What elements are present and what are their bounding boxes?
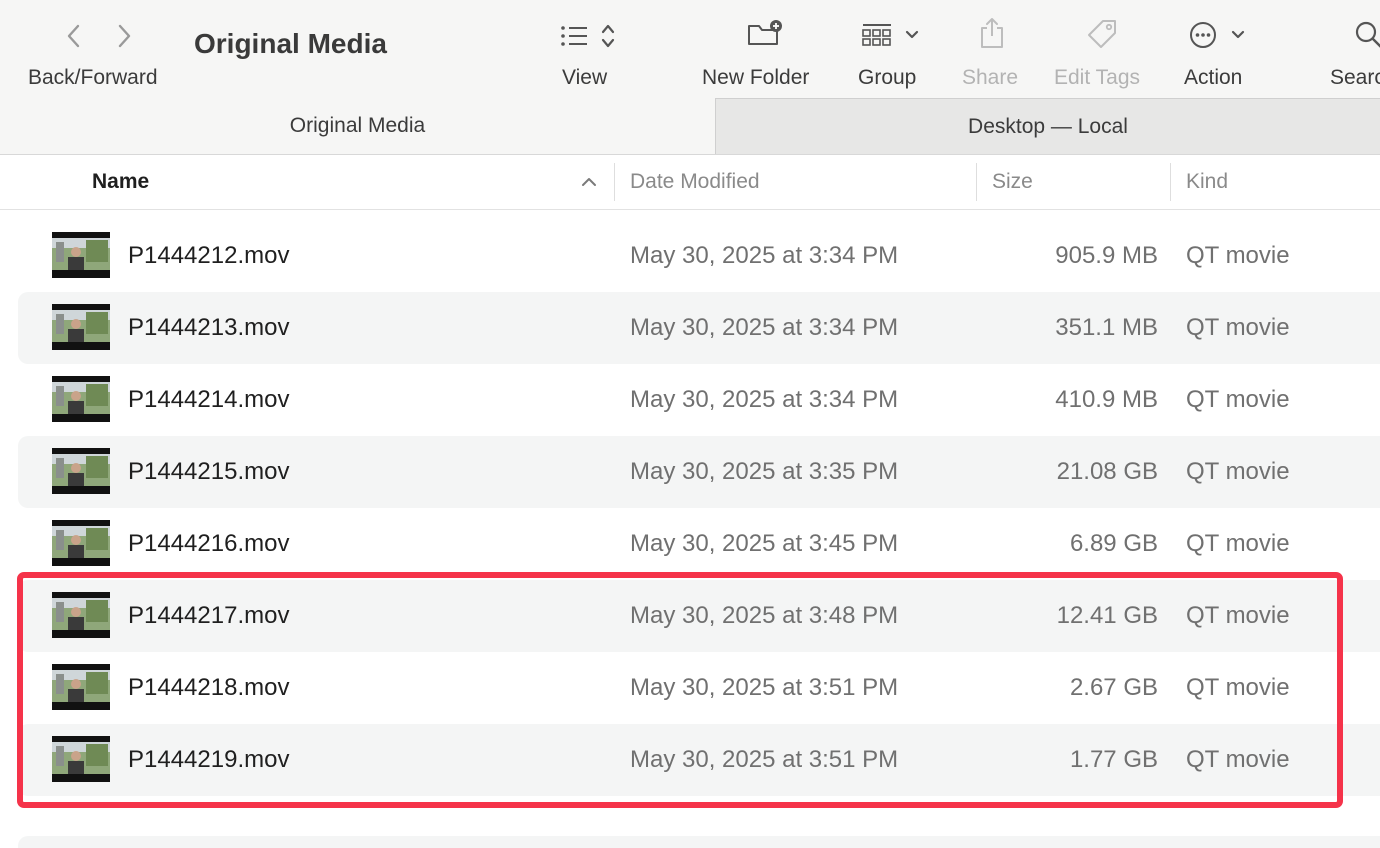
window-title: Original Media — [194, 28, 387, 59]
file-kind: QT movie — [1186, 242, 1290, 269]
column-separator[interactable] — [1170, 163, 1171, 201]
file-date: May 30, 2025 at 3:51 PM — [630, 746, 899, 773]
column-separator[interactable] — [614, 163, 615, 201]
file-name: P1444213.mov — [128, 314, 290, 341]
column-header-size[interactable]: Size — [992, 155, 1033, 209]
column-header: Name Date Modified Size Kind — [0, 155, 1380, 210]
file-size: 410.9 MB — [1055, 386, 1158, 413]
group-label: Group — [858, 66, 917, 89]
file-name: P1444217.mov — [128, 602, 290, 629]
file-row[interactable]: P1444218.mov May 30, 2025 at 3:51 PM 2.6… — [18, 652, 1380, 724]
file-row[interactable]: P1444219.mov May 30, 2025 at 3:51 PM 1.7… — [18, 724, 1380, 796]
sort-updown-icon — [601, 24, 615, 48]
file-row[interactable]: P1444217.mov May 30, 2025 at 3:48 PM 12.… — [18, 580, 1380, 652]
file-row[interactable]: P1444212.mov May 30, 2025 at 3:34 PM 905… — [18, 220, 1380, 292]
search-label: Search — [1330, 66, 1380, 89]
chevron-right-icon[interactable] — [114, 22, 134, 50]
back-forward-label: Back/Forward — [28, 66, 158, 89]
search-icon — [1355, 21, 1380, 48]
file-row[interactable]: P1444213.mov May 30, 2025 at 3:34 PM 351… — [18, 292, 1380, 364]
file-name: P1444216.mov — [128, 530, 290, 557]
file-name: P1444215.mov — [128, 458, 290, 485]
back-forward-control[interactable]: Back/Forward — [28, 0, 178, 98]
video-thumbnail-icon — [52, 304, 110, 350]
chevron-left-icon[interactable] — [64, 22, 84, 50]
share-button[interactable]: Share — [962, 0, 1026, 98]
file-name: P1444219.mov — [128, 746, 290, 773]
action-label: Action — [1184, 66, 1243, 89]
file-date: May 30, 2025 at 3:45 PM — [630, 530, 899, 557]
share-icon — [981, 18, 1003, 48]
file-date: May 30, 2025 at 3:51 PM — [630, 674, 899, 701]
file-row[interactable]: P1444214.mov May 30, 2025 at 3:34 PM 410… — [18, 364, 1380, 436]
tab-desktop-local[interactable]: Desktop — Local — [715, 98, 1380, 154]
video-thumbnail-icon — [52, 448, 110, 494]
file-date: May 30, 2025 at 3:34 PM — [630, 386, 899, 413]
column-header-date[interactable]: Date Modified — [630, 155, 760, 209]
group-grid-icon — [862, 24, 891, 46]
list-view-icon — [561, 26, 587, 46]
search-button[interactable]: Search — [1330, 0, 1380, 98]
video-thumbnail-icon — [52, 520, 110, 566]
file-kind: QT movie — [1186, 674, 1290, 701]
view-button[interactable]: View — [560, 0, 630, 98]
file-kind: QT movie — [1186, 458, 1290, 485]
file-date: May 30, 2025 at 3:34 PM — [630, 242, 899, 269]
video-thumbnail-icon — [52, 736, 110, 782]
tab-bar: Original Media Desktop — Local — [0, 98, 1380, 154]
new-folder-label: New Folder — [702, 66, 810, 89]
file-row[interactable]: P1444216.mov May 30, 2025 at 3:45 PM 6.8… — [18, 508, 1380, 580]
new-folder-button[interactable]: New Folder — [702, 0, 826, 98]
file-date: May 30, 2025 at 3:34 PM — [630, 314, 899, 341]
view-label: View — [562, 66, 608, 89]
video-thumbnail-icon — [52, 664, 110, 710]
file-size: 905.9 MB — [1055, 242, 1158, 269]
new-folder-icon — [748, 20, 782, 45]
file-size: 2.67 GB — [1069, 674, 1158, 701]
file-name: P1444212.mov — [128, 242, 290, 269]
video-thumbnail-icon — [52, 592, 110, 638]
column-separator[interactable] — [976, 163, 977, 201]
chevron-down-icon — [905, 30, 919, 39]
file-size: 1.77 GB — [1069, 746, 1158, 773]
edit-tags-button[interactable]: Edit Tags — [1054, 0, 1154, 98]
file-size: 351.1 MB — [1055, 314, 1158, 341]
file-kind: QT movie — [1186, 530, 1290, 557]
file-row-partial — [18, 836, 1380, 848]
file-kind: QT movie — [1186, 602, 1290, 629]
file-size: 21.08 GB — [1056, 458, 1158, 485]
group-button[interactable]: Group — [858, 0, 938, 98]
tab-original-media[interactable]: Original Media — [0, 98, 715, 154]
tag-icon — [1088, 20, 1116, 48]
file-size: 6.89 GB — [1069, 530, 1158, 557]
file-kind: QT movie — [1186, 746, 1290, 773]
video-thumbnail-icon — [52, 376, 110, 422]
chevron-down-icon — [1231, 30, 1245, 39]
sort-ascending-icon[interactable] — [580, 174, 598, 190]
file-kind: QT movie — [1186, 386, 1290, 413]
column-header-kind[interactable]: Kind — [1186, 155, 1228, 209]
file-date: May 30, 2025 at 3:48 PM — [630, 602, 899, 629]
file-size: 12.41 GB — [1056, 602, 1158, 629]
file-date: May 30, 2025 at 3:35 PM — [630, 458, 899, 485]
file-row[interactable]: P1444215.mov May 30, 2025 at 3:35 PM 21.… — [18, 436, 1380, 508]
video-thumbnail-icon — [52, 232, 110, 278]
file-name: P1444214.mov — [128, 386, 290, 413]
edit-tags-label: Edit Tags — [1054, 66, 1140, 89]
ellipsis-circle-icon — [1190, 22, 1216, 48]
file-kind: QT movie — [1186, 314, 1290, 341]
share-label: Share — [962, 66, 1019, 89]
file-name: P1444218.mov — [128, 674, 290, 701]
action-button[interactable]: Action — [1184, 0, 1264, 98]
column-header-name[interactable]: Name — [92, 155, 149, 209]
toolbar: Back/Forward Original Media View New Fol… — [0, 0, 1380, 98]
